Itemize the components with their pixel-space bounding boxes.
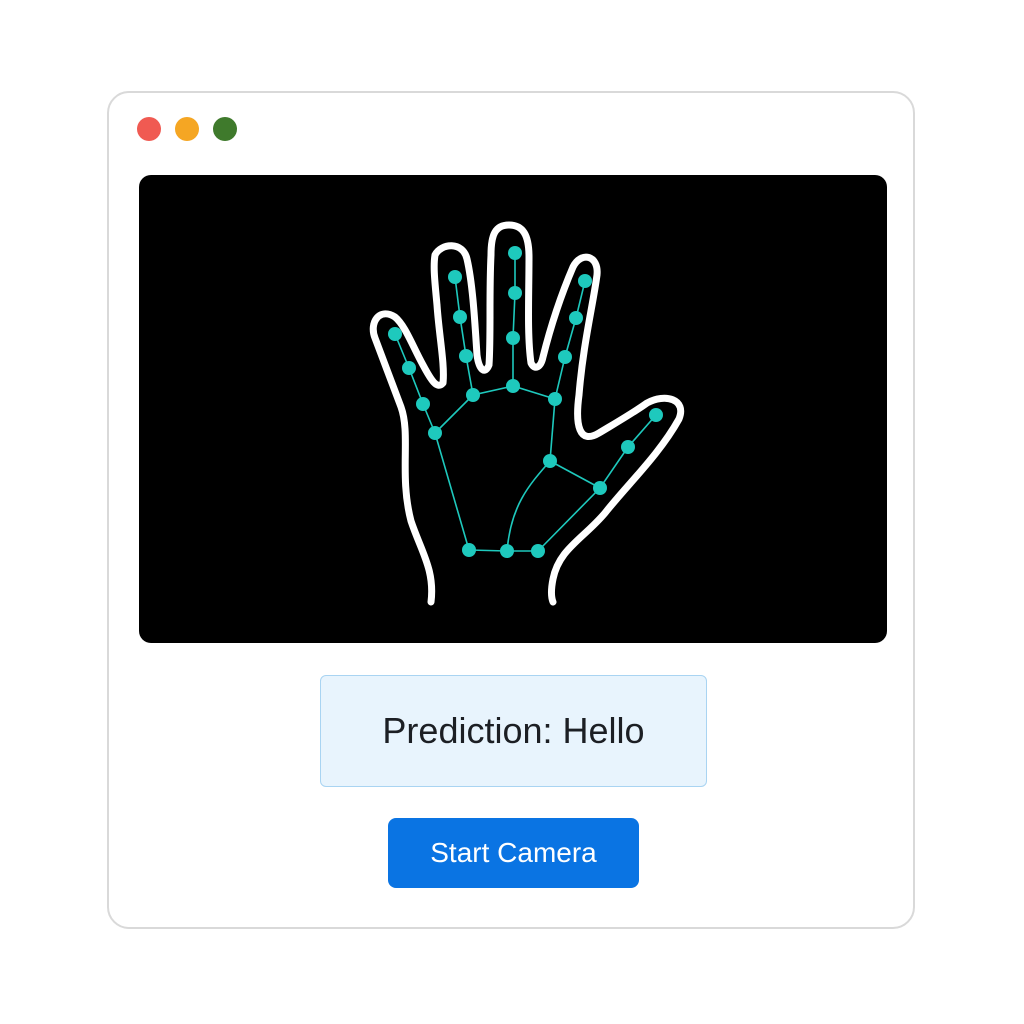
camera-feed bbox=[139, 175, 887, 643]
minimize-window-dot[interactable] bbox=[175, 117, 199, 141]
app-window: Prediction: Hello Start Camera bbox=[107, 91, 915, 929]
hand-outline bbox=[369, 221, 685, 606]
prediction-value: Hello bbox=[562, 710, 645, 751]
hand-landmarks-icon bbox=[369, 221, 685, 606]
maximize-window-dot[interactable] bbox=[213, 117, 237, 141]
close-window-dot[interactable] bbox=[137, 117, 161, 141]
prediction-label: Prediction: bbox=[382, 710, 553, 751]
prediction-box: Prediction: Hello bbox=[320, 675, 707, 787]
window-controls bbox=[137, 117, 237, 141]
start-camera-button[interactable]: Start Camera bbox=[388, 818, 639, 888]
